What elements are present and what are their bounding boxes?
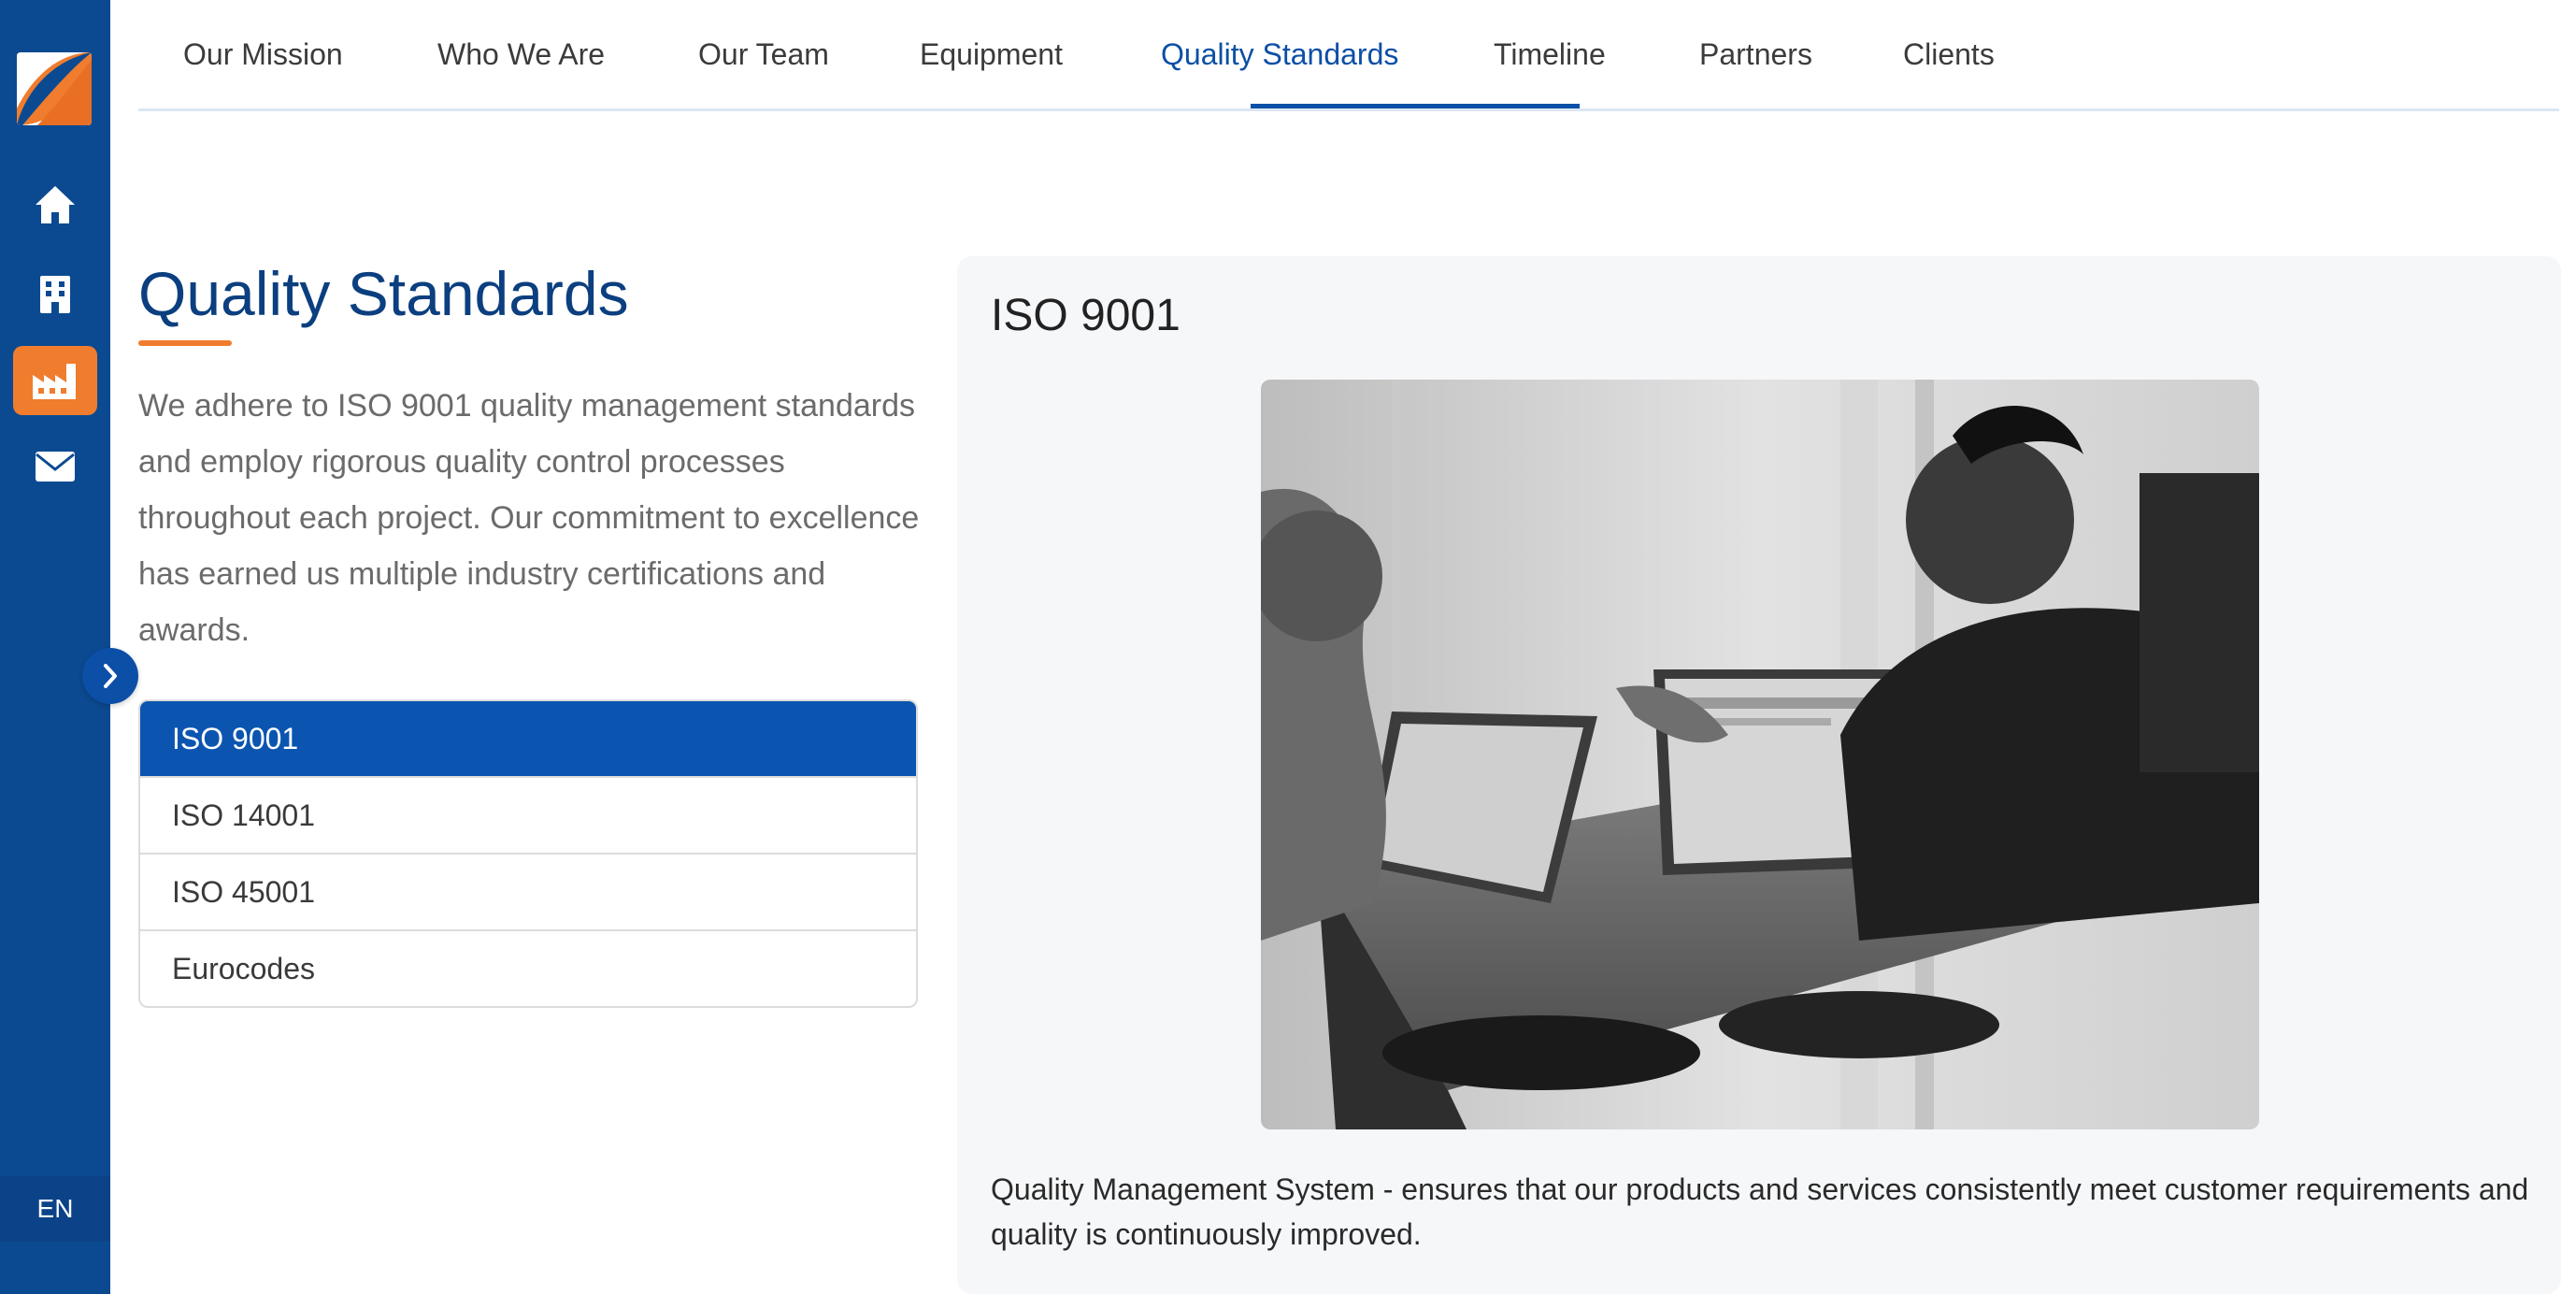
tab-clients[interactable]: Clients <box>1903 0 1995 108</box>
standard-label: Eurocodes <box>172 951 315 985</box>
standard-item-iso-14001[interactable]: ISO 14001 <box>140 778 916 855</box>
sidebar-item-factory[interactable] <box>13 346 97 415</box>
tab-quality-standards[interactable]: Quality Standards <box>1161 0 1398 108</box>
standard-label: ISO 14001 <box>172 798 315 832</box>
standard-item-eurocodes[interactable]: Eurocodes <box>140 931 916 1006</box>
tab-our-team[interactable]: Our Team <box>698 0 829 108</box>
mail-icon <box>36 452 75 482</box>
tab-equipment[interactable]: Equipment <box>920 0 1063 108</box>
standard-label: ISO 45001 <box>172 874 315 909</box>
factory-icon <box>33 364 76 399</box>
active-tab-indicator <box>1251 104 1580 108</box>
sidebar: EN <box>0 0 110 1294</box>
tab-bar: Our Mission Who We Are Our Team Equipmen… <box>138 0 2559 111</box>
standard-item-iso-45001[interactable]: ISO 45001 <box>140 855 916 931</box>
tab-label: Timeline <box>1494 36 1606 71</box>
language-label: EN <box>36 1194 74 1223</box>
tab-who-we-are[interactable]: Who We Are <box>437 0 605 108</box>
standards-list: ISO 9001 ISO 14001 ISO 45001 Eurocodes <box>138 699 918 1008</box>
tab-timeline[interactable]: Timeline <box>1494 0 1606 108</box>
meeting-photo-illustration <box>1261 380 2259 1129</box>
detail-description: Quality Management System - ensures that… <box>991 1172 2529 1251</box>
tab-partners[interactable]: Partners <box>1699 0 1812 108</box>
tab-label: Our Team <box>698 36 829 71</box>
office-meeting-photo <box>1261 380 2259 1129</box>
intro-paragraph: We adhere to ISO 9001 quality management… <box>138 388 920 648</box>
standard-label: ISO 9001 <box>172 721 299 755</box>
sidebar-item-mail[interactable] <box>13 432 97 501</box>
detail-title: ISO 9001 <box>991 291 1181 340</box>
chevron-right-icon <box>104 664 117 688</box>
sidebar-item-home[interactable] <box>13 170 97 239</box>
brand-logo[interactable] <box>17 52 92 125</box>
building-icon <box>40 276 70 313</box>
home-icon <box>36 186 75 223</box>
title-accent-bar <box>138 340 232 346</box>
standard-item-iso-9001[interactable]: ISO 9001 <box>140 701 916 778</box>
page-title: Quality Standards <box>138 259 629 328</box>
tab-label: Quality Standards <box>1161 36 1399 71</box>
tab-label: Partners <box>1699 36 1812 71</box>
leaf-logo-icon <box>17 52 92 125</box>
language-switcher[interactable]: EN <box>0 1176 110 1242</box>
tab-label: Clients <box>1903 36 1995 71</box>
tab-our-mission[interactable]: Our Mission <box>183 0 343 108</box>
tab-label: Our Mission <box>183 36 343 71</box>
sidebar-expand-button[interactable] <box>82 648 138 704</box>
tab-label: Who We Are <box>437 36 606 71</box>
sidebar-item-building[interactable] <box>13 260 97 329</box>
standard-detail-panel: ISO 9001 Quality Management System - ens… <box>957 256 2561 1294</box>
tab-label: Equipment <box>920 36 1063 71</box>
